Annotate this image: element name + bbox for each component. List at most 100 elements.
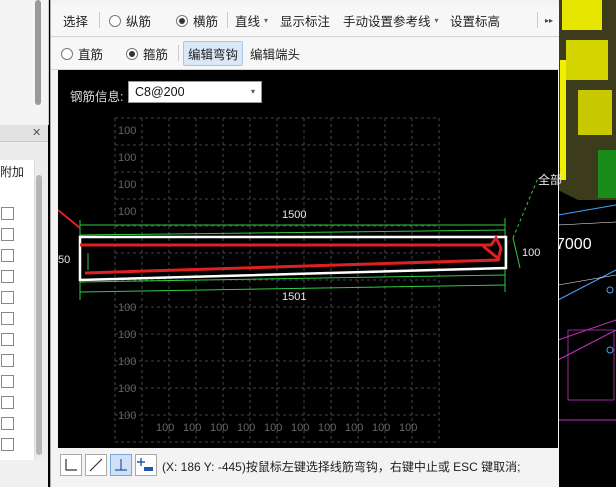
guide-lines [79, 177, 539, 300]
radio-label: 箍筋 [143, 48, 169, 62]
row-checkbox[interactable] [1, 438, 14, 451]
perpendicular-icon [115, 459, 127, 471]
radio-longitudinal[interactable]: 纵筋 [109, 5, 151, 36]
left-scrollbar-top[interactable] [35, 0, 41, 105]
row-checkbox[interactable] [1, 312, 14, 325]
radio-circle-icon [61, 47, 73, 60]
edit-end-button[interactable]: 编辑端头 [250, 38, 300, 69]
edit-hook-label: 编辑弯钩 [183, 41, 244, 66]
line-mode-label: 直线 [235, 15, 261, 29]
grid-label: 100 [118, 383, 137, 395]
grid-label: 100 [118, 206, 137, 218]
grid-label: 100 [291, 422, 310, 434]
grid-label: 100 [399, 422, 418, 434]
grid-label: 100 [118, 329, 137, 341]
dimension-right: 100 [522, 247, 541, 259]
add-point-button[interactable] [135, 454, 157, 476]
grid-label: 100 [118, 302, 137, 314]
edit-end-label: 编辑端头 [250, 48, 301, 62]
row-checkbox[interactable] [1, 207, 14, 220]
diagonal-line-icon [89, 458, 103, 472]
chevron-down-icon: ▾ [264, 16, 269, 25]
dimension-top: 1500 [282, 209, 307, 221]
toolbar-secondary: 直筋 箍筋 编辑弯钩 编辑端头 [51, 38, 559, 70]
left-background-panel: ✕ 附加 [0, 0, 49, 487]
row-checkbox[interactable] [1, 375, 14, 388]
grid-label: 100 [118, 152, 137, 164]
chevron-down-icon: ▾ [250, 87, 255, 96]
grid-label: 100 [372, 422, 391, 434]
select-label: 选择 [63, 15, 89, 29]
grid-label: 100 [345, 422, 364, 434]
add-column-label: 附加 [0, 165, 25, 179]
overflow-icon: ▸▸ [545, 16, 554, 25]
toolbar-primary: 选择 纵筋 横筋 直线 ▾ 显示标注 手动设置参考线 ▾ 设置标高 ▸▸ [51, 5, 559, 37]
toolbar-separator [227, 12, 228, 28]
radio-label: 横筋 [193, 15, 219, 29]
grid-label: 100 [318, 422, 337, 434]
rebar-info-select[interactable]: C8@200 ▾ [128, 81, 262, 103]
radio-circle-icon [109, 14, 121, 27]
line-mode-dropdown[interactable]: 直线 ▾ [235, 5, 268, 36]
orthogonal-snap-button[interactable] [60, 454, 82, 476]
show-annotation-button[interactable]: 显示标注 [280, 5, 330, 36]
left-panel-bottom [0, 460, 48, 487]
row-checkbox[interactable] [1, 249, 14, 262]
grid-label: 100 [264, 422, 283, 434]
line-snap-button[interactable] [85, 454, 107, 476]
dashed-grid [114, 117, 440, 443]
grid-label: 100 [237, 422, 256, 434]
radio-label: 纵筋 [126, 15, 152, 29]
show-annotation-label: 显示标注 [280, 15, 331, 29]
radio-label: 直筋 [78, 48, 104, 62]
grid-label: 100 [183, 422, 202, 434]
select-button[interactable]: 选择 [63, 5, 88, 36]
left-scrollbar[interactable] [36, 175, 42, 455]
toolbar-overflow-button[interactable]: ▸▸ [545, 5, 553, 36]
rebar-info-value: C8@200 [135, 85, 185, 99]
chevron-down-icon: ▾ [434, 16, 439, 25]
background-label: 全部 [538, 173, 563, 187]
radio-transverse[interactable]: 横筋 [176, 5, 218, 36]
manual-reference-dropdown[interactable]: 手动设置参考线 ▾ [343, 5, 439, 36]
toolbar-separator [99, 12, 100, 28]
grid-label: 100 [118, 179, 137, 191]
rebar-info-label: 钢筋信息: [70, 90, 124, 104]
rebar-edit-dialog: 选择 纵筋 横筋 直线 ▾ 显示标注 手动设置参考线 ▾ 设置标高 ▸▸ 直筋 箍筋… [50, 0, 562, 487]
drawing-canvas[interactable]: 100 100 100 100 100 100 100 100 100 100 … [58, 70, 562, 448]
row-checkbox[interactable] [1, 270, 14, 283]
status-prompt: (X: 186 Y: -445)按鼠标左键选择线筋弯钩，右键中止或 ESC 键取… [162, 460, 521, 474]
radio-stirrup[interactable]: 箍筋 [126, 38, 168, 69]
status-bar: (X: 186 Y: -445)按鼠标左键选择线筋弯钩，右键中止或 ESC 键取… [58, 450, 558, 480]
manual-reference-label: 手动设置参考线 [343, 15, 431, 29]
toolbar-separator [178, 45, 179, 61]
row-checkbox[interactable] [1, 354, 14, 367]
edit-hook-button[interactable]: 编辑弯钩 [183, 38, 244, 69]
row-checkbox[interactable] [1, 396, 14, 409]
close-icon[interactable]: ✕ [32, 126, 41, 139]
grid-label: 100 [118, 356, 137, 368]
background-cad-view: 7000 [558, 0, 616, 487]
dimension-bottom: 1501 [282, 291, 307, 303]
grid-label: 100 [118, 125, 137, 137]
row-checkbox[interactable] [1, 291, 14, 304]
grid-label: 100 [156, 422, 175, 434]
perpendicular-snap-button[interactable] [110, 454, 132, 476]
row-checkbox[interactable] [1, 228, 14, 241]
radio-selected-icon [126, 47, 138, 60]
row-checkbox[interactable] [1, 333, 14, 346]
left-panel-top [0, 0, 49, 125]
stirrup-outline [78, 235, 508, 282]
row-checkbox[interactable] [1, 417, 14, 430]
left-panel-list [0, 160, 35, 460]
radio-selected-icon [176, 14, 188, 27]
radio-straight[interactable]: 直筋 [61, 38, 103, 69]
set-elevation-label: 设置标高 [450, 15, 501, 29]
rebar-path [80, 235, 503, 275]
add-point-icon [137, 458, 153, 471]
set-elevation-button[interactable]: 设置标高 [450, 5, 500, 36]
dimension-left: 50 [58, 254, 71, 266]
rebar-hook [482, 244, 501, 262]
toolbar-separator [537, 12, 538, 28]
grid-label: 100 [210, 422, 229, 434]
